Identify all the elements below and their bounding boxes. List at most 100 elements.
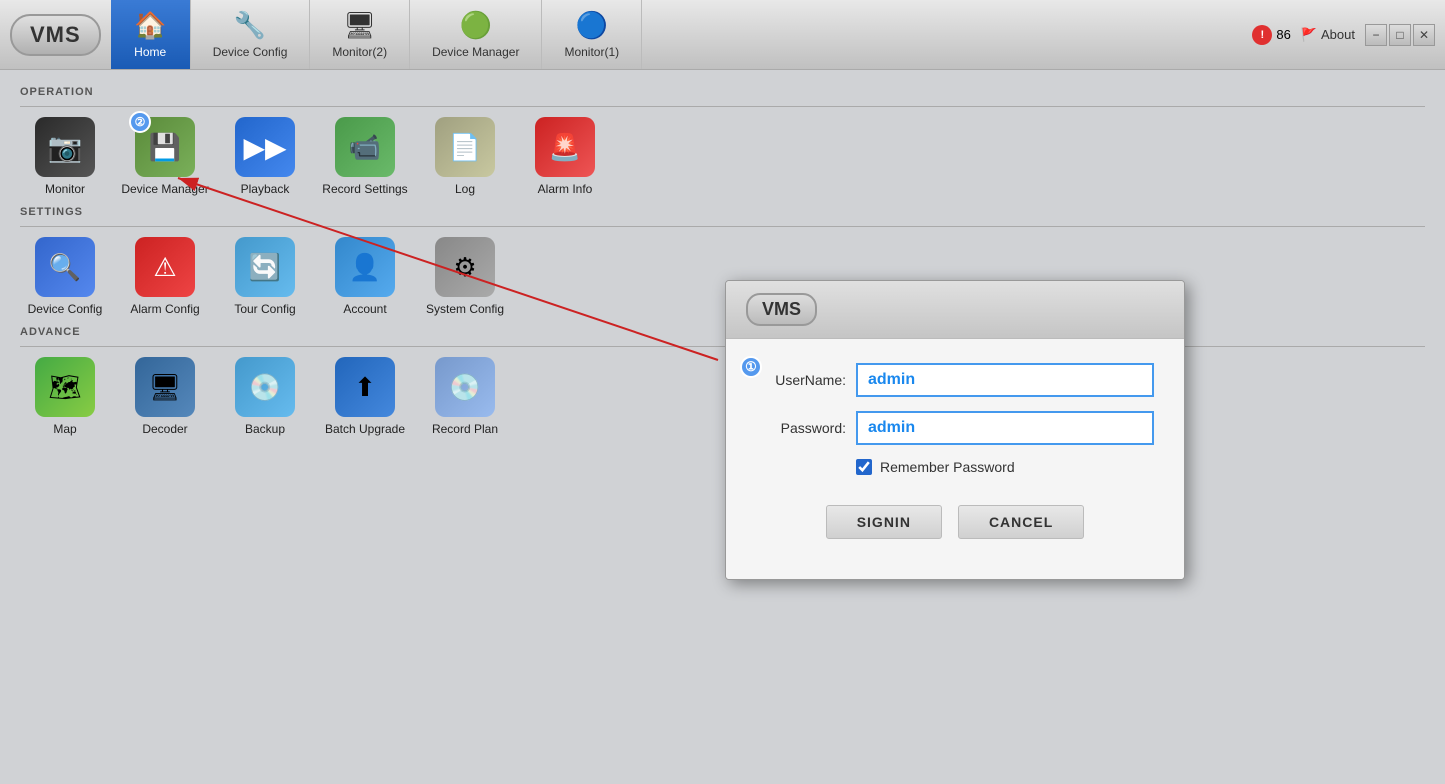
record-plan-item[interactable]: 💿 Record Plan bbox=[420, 357, 510, 436]
map-label: Map bbox=[53, 422, 76, 436]
dialog-footer: SIGNIN CANCEL bbox=[756, 495, 1154, 559]
app-logo: VMS bbox=[10, 14, 101, 56]
advance-divider bbox=[20, 346, 1425, 347]
record-settings-icon: 📹 bbox=[335, 117, 395, 177]
devmgr-icon: 🟢 bbox=[460, 10, 492, 41]
operation-icon-grid: 📷 Monitor 💾 ② Device Manager ▶▶ Playback… bbox=[20, 117, 1425, 196]
password-input[interactable] bbox=[856, 411, 1154, 445]
tab-home-label: Home bbox=[134, 45, 166, 59]
log-icon: 📄 bbox=[435, 117, 495, 177]
tab-monitor1-label: Monitor(1) bbox=[564, 45, 619, 59]
tab-device-config[interactable]: 🔧 Device Config bbox=[191, 0, 311, 69]
home-icon: 🏠 bbox=[134, 10, 166, 41]
tab-monitor1[interactable]: 🔵 Monitor(1) bbox=[542, 0, 642, 69]
annotation-1: ① bbox=[740, 356, 762, 378]
playback-label: Playback bbox=[241, 182, 290, 196]
alarm-config-item[interactable]: ⚠ Alarm Config bbox=[120, 237, 210, 316]
decoder-item[interactable]: 🖥 Decoder bbox=[120, 357, 210, 436]
device-manager-item[interactable]: 💾 ② Device Manager bbox=[120, 117, 210, 196]
titlebar: VMS 🏠 Home 🔧 Device Config 🖥 Monitor(2) … bbox=[0, 0, 1445, 70]
record-plan-label: Record Plan bbox=[432, 422, 498, 436]
system-config-icon: ⚙ bbox=[435, 237, 495, 297]
backup-label: Backup bbox=[245, 422, 285, 436]
monitor-label: Monitor bbox=[45, 182, 85, 196]
monitor-item[interactable]: 📷 Monitor bbox=[20, 117, 110, 196]
alarm-info-label: Alarm Info bbox=[538, 182, 593, 196]
system-config-label: System Config bbox=[426, 302, 504, 316]
device-manager-icon: 💾 ② bbox=[135, 117, 195, 177]
playback-item[interactable]: ▶▶ Playback bbox=[220, 117, 310, 196]
record-plan-icon: 💿 bbox=[435, 357, 495, 417]
password-row: Password: bbox=[756, 411, 1154, 445]
minimize-button[interactable]: − bbox=[1365, 24, 1387, 46]
notif-icon: ! bbox=[1252, 25, 1272, 45]
close-button[interactable]: ✕ bbox=[1413, 24, 1435, 46]
record-settings-item[interactable]: 📹 Record Settings bbox=[320, 117, 410, 196]
section-advance-label: ADVANCE bbox=[20, 326, 1425, 338]
tour-config-icon: 🔄 bbox=[235, 237, 295, 297]
log-item[interactable]: 📄 Log bbox=[420, 117, 510, 196]
alarm-config-icon: ⚠ bbox=[135, 237, 195, 297]
window-controls: − □ ✕ bbox=[1365, 24, 1435, 46]
login-dialog: VMS UserName: Password: Remember Passwor… bbox=[725, 280, 1185, 580]
tab-device-manager[interactable]: 🟢 Device Manager bbox=[410, 0, 542, 69]
tab-device-config-label: Device Config bbox=[213, 45, 288, 59]
log-label: Log bbox=[455, 182, 475, 196]
system-config-item[interactable]: ⚙ System Config bbox=[420, 237, 510, 316]
tab-home[interactable]: 🏠 Home bbox=[111, 0, 191, 69]
monitor1-icon: 🔵 bbox=[576, 10, 608, 41]
operation-divider bbox=[20, 106, 1425, 107]
backup-item[interactable]: 💿 Backup bbox=[220, 357, 310, 436]
alarm-info-item[interactable]: 🚨 Alarm Info bbox=[520, 117, 610, 196]
device-config-item[interactable]: 🔍 Device Config bbox=[20, 237, 110, 316]
monitor-icon: 📷 bbox=[35, 117, 95, 177]
map-item[interactable]: 🗺 Map bbox=[20, 357, 110, 436]
tab-monitor2[interactable]: 🖥 Monitor(2) bbox=[310, 0, 410, 69]
record-settings-label: Record Settings bbox=[322, 182, 407, 196]
dialog-header: VMS bbox=[726, 281, 1184, 339]
username-input[interactable] bbox=[856, 363, 1154, 397]
tour-config-item[interactable]: 🔄 Tour Config bbox=[220, 237, 310, 316]
maximize-button[interactable]: □ bbox=[1389, 24, 1411, 46]
tour-config-label: Tour Config bbox=[234, 302, 295, 316]
remember-password-checkbox[interactable] bbox=[856, 459, 872, 475]
section-settings-label: SETTINGS bbox=[20, 206, 1425, 218]
account-label: Account bbox=[343, 302, 386, 316]
batch-upgrade-item[interactable]: ⬆ Batch Upgrade bbox=[320, 357, 410, 436]
alarm-info-icon: 🚨 bbox=[535, 117, 595, 177]
notif-count: 86 bbox=[1276, 27, 1290, 42]
about-button[interactable]: 🚩 About bbox=[1301, 27, 1355, 43]
alarm-config-label: Alarm Config bbox=[130, 302, 199, 316]
advance-icon-grid: 🗺 Map 🖥 Decoder 💿 Backup ⬆ Batch Upgrade… bbox=[20, 357, 1425, 436]
password-label: Password: bbox=[756, 420, 856, 436]
notification-badge[interactable]: ! 86 bbox=[1252, 25, 1290, 45]
account-item[interactable]: 👤 Account bbox=[320, 237, 410, 316]
about-label: About bbox=[1321, 27, 1355, 42]
backup-icon: 💿 bbox=[235, 357, 295, 417]
device-config-label: Device Config bbox=[28, 302, 103, 316]
device-manager-label: Device Manager bbox=[121, 182, 208, 196]
section-operation-label: OPERATION bbox=[20, 86, 1425, 98]
username-row: UserName: bbox=[756, 363, 1154, 397]
remember-password-label: Remember Password bbox=[880, 459, 1015, 475]
remember-password-row: Remember Password bbox=[856, 459, 1154, 475]
username-label: UserName: bbox=[756, 372, 856, 388]
account-icon: 👤 bbox=[335, 237, 395, 297]
batch-upgrade-icon: ⬆ bbox=[335, 357, 395, 417]
monitor2-icon: 🖥 bbox=[343, 10, 376, 41]
map-icon: 🗺 bbox=[35, 357, 95, 417]
tab-device-manager-label: Device Manager bbox=[432, 45, 519, 59]
device-config-icon2: 🔍 bbox=[35, 237, 95, 297]
signin-button[interactable]: SIGNIN bbox=[826, 505, 942, 539]
titlebar-right: ! 86 🚩 About − □ ✕ bbox=[1252, 24, 1445, 46]
cancel-button[interactable]: CANCEL bbox=[958, 505, 1084, 539]
dialog-body: UserName: Password: Remember Password SI… bbox=[726, 339, 1184, 579]
main-content: OPERATION 📷 Monitor 💾 ② Device Manager ▶… bbox=[0, 70, 1445, 784]
flag-icon: 🚩 bbox=[1301, 27, 1317, 43]
decoder-icon: 🖥 bbox=[135, 357, 195, 417]
settings-divider bbox=[20, 226, 1425, 227]
dialog-logo: VMS bbox=[746, 293, 817, 326]
playback-icon: ▶▶ bbox=[235, 117, 295, 177]
device-manager-badge: ② bbox=[129, 111, 151, 133]
decoder-label: Decoder bbox=[142, 422, 187, 436]
